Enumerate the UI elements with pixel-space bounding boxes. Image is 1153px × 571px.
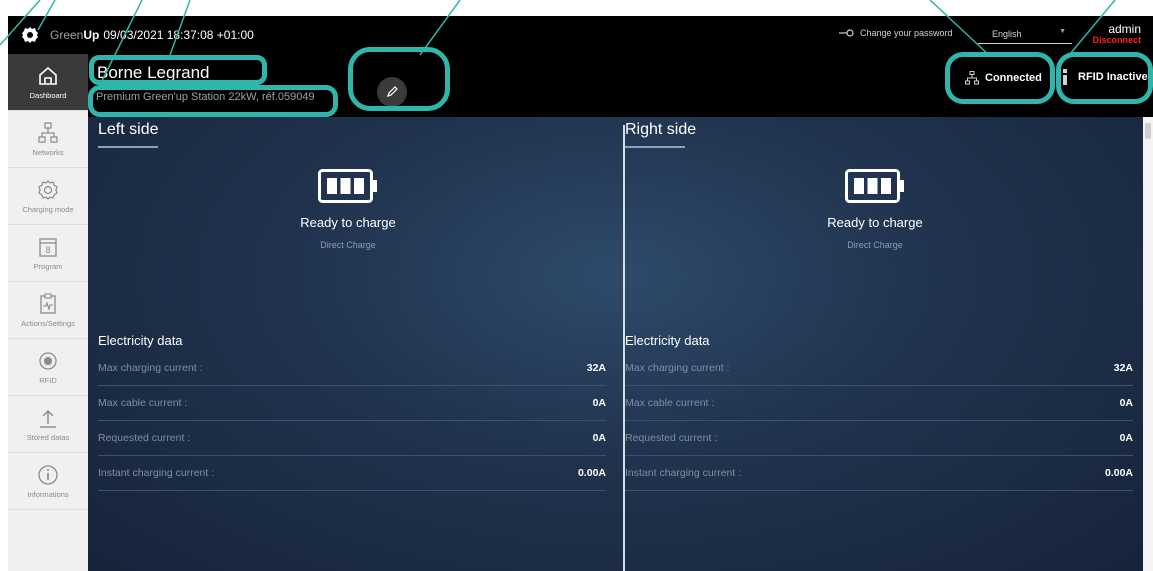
side-title: Right side bbox=[625, 121, 697, 138]
row-label: Instant charging current : bbox=[625, 466, 742, 479]
charge-status: Ready to charge bbox=[300, 215, 396, 230]
row-value: 0.00A bbox=[1104, 466, 1133, 479]
row-value: 0A bbox=[592, 396, 606, 409]
gear-logo-icon bbox=[22, 27, 38, 43]
username: admin bbox=[1108, 22, 1141, 36]
sidebar-item-label: Networks bbox=[32, 147, 64, 157]
data-row-max-cable-current: Max cable current : 0A bbox=[625, 385, 1133, 421]
electricity-data-title: Electricity data bbox=[625, 333, 710, 348]
title-underline bbox=[625, 146, 685, 148]
brand-logo: GreenUp bbox=[50, 28, 100, 42]
disconnect-link[interactable]: Disconnect bbox=[1092, 35, 1141, 45]
row-label: Max cable current : bbox=[98, 396, 188, 409]
row-label: Requested current : bbox=[98, 431, 191, 444]
row-value: 0.00A bbox=[577, 466, 606, 479]
sidebar-item-label: Dashboard bbox=[29, 90, 67, 100]
sidebar-item-dashboard[interactable]: Dashboard bbox=[8, 54, 88, 111]
language-value: English bbox=[992, 28, 1022, 39]
dashboard-main: Left side Ready to charge Direct Charge … bbox=[88, 117, 1143, 571]
data-row-max-cable-current: Max cable current : 0A bbox=[98, 385, 606, 421]
callout-rfid-status bbox=[1056, 52, 1153, 104]
change-password-link[interactable]: Change your password bbox=[838, 28, 953, 38]
svg-text:8: 8 bbox=[45, 245, 50, 255]
row-label: Instant charging current : bbox=[98, 466, 215, 479]
data-row-max-charging-current: Max charging current : 32A bbox=[625, 350, 1133, 386]
callout-edit-button bbox=[348, 47, 450, 111]
callout-station-subtitle bbox=[88, 85, 338, 117]
sidebar-item-informations[interactable]: Informations bbox=[8, 453, 88, 510]
language-select[interactable]: English ▼ bbox=[978, 24, 1072, 44]
row-value: 32A bbox=[586, 361, 606, 374]
sidebar: Dashboard Networks Charging mode 8 Progr… bbox=[8, 54, 88, 571]
side-title: Left side bbox=[98, 121, 159, 138]
left-side-panel: Left side Ready to charge Direct Charge … bbox=[88, 117, 608, 571]
battery-icon bbox=[845, 169, 904, 203]
sidebar-item-actions-settings[interactable]: Actions/Settings bbox=[8, 282, 88, 339]
clipboard-icon bbox=[40, 292, 56, 314]
sidebar-item-rfid[interactable]: RFID bbox=[8, 339, 88, 396]
callout-station-name bbox=[89, 55, 267, 85]
data-row-instant-charging-current: Instant charging current : 0.00A bbox=[625, 455, 1133, 491]
sidebar-item-charging-mode[interactable]: Charging mode bbox=[8, 168, 88, 225]
row-value: 0A bbox=[1119, 396, 1133, 409]
charge-mode: Direct Charge bbox=[847, 240, 903, 250]
change-password-label: Change your password bbox=[860, 28, 953, 38]
title-underline bbox=[98, 146, 158, 148]
data-row-requested-current: Requested current : 0A bbox=[98, 420, 606, 456]
sidebar-item-networks[interactable]: Networks bbox=[8, 111, 88, 168]
calendar-icon: 8 bbox=[39, 237, 57, 257]
home-icon bbox=[39, 66, 57, 85]
row-label: Requested current : bbox=[625, 431, 718, 444]
electricity-data-title: Electricity data bbox=[98, 333, 183, 348]
key-icon bbox=[839, 29, 854, 37]
sidebar-item-program[interactable]: 8 Program bbox=[8, 225, 88, 282]
row-label: Max charging current : bbox=[625, 361, 730, 374]
network-icon bbox=[38, 121, 58, 143]
sidebar-item-label: Informations bbox=[27, 489, 69, 499]
battery-icon bbox=[318, 169, 377, 203]
user-block: admin Disconnect bbox=[1092, 22, 1141, 45]
row-label: Max cable current : bbox=[625, 396, 715, 409]
upload-icon bbox=[40, 409, 56, 428]
station-datetime: 09/03/2021 18:37:08 +01:00 bbox=[103, 28, 254, 42]
row-label: Max charging current : bbox=[98, 361, 203, 374]
sidebar-item-label: Actions/Settings bbox=[21, 318, 75, 328]
row-value: 0A bbox=[592, 431, 606, 444]
top-bar: GreenUp 09/03/2021 18:37:08 +01:00 Chang… bbox=[8, 16, 1153, 54]
rfid-icon bbox=[39, 351, 57, 370]
gear-icon bbox=[38, 179, 58, 200]
scrollbar[interactable] bbox=[1143, 117, 1153, 571]
data-row-requested-current: Requested current : 0A bbox=[625, 420, 1133, 456]
row-value: 32A bbox=[1113, 361, 1133, 374]
scrollbar-thumb[interactable] bbox=[1145, 123, 1151, 139]
data-row-max-charging-current: Max charging current : 32A bbox=[98, 350, 606, 386]
info-icon bbox=[38, 464, 58, 485]
row-value: 0A bbox=[1119, 431, 1133, 444]
sidebar-item-label: Program bbox=[33, 261, 63, 271]
data-row-instant-charging-current: Instant charging current : 0.00A bbox=[98, 455, 606, 491]
right-side-panel: Right side Ready to charge Direct Charge… bbox=[615, 117, 1135, 571]
sidebar-item-label: Charging mode bbox=[22, 204, 74, 214]
sidebar-item-stored-datas[interactable]: Stored datas bbox=[8, 396, 88, 453]
callout-connection-status bbox=[945, 52, 1055, 104]
charge-mode: Direct Charge bbox=[320, 240, 376, 250]
sidebar-item-label: RFID bbox=[39, 375, 57, 385]
sidebar-item-label: Stored datas bbox=[26, 432, 70, 442]
chevron-down-icon: ▼ bbox=[1059, 28, 1066, 35]
charge-status: Ready to charge bbox=[827, 215, 923, 230]
